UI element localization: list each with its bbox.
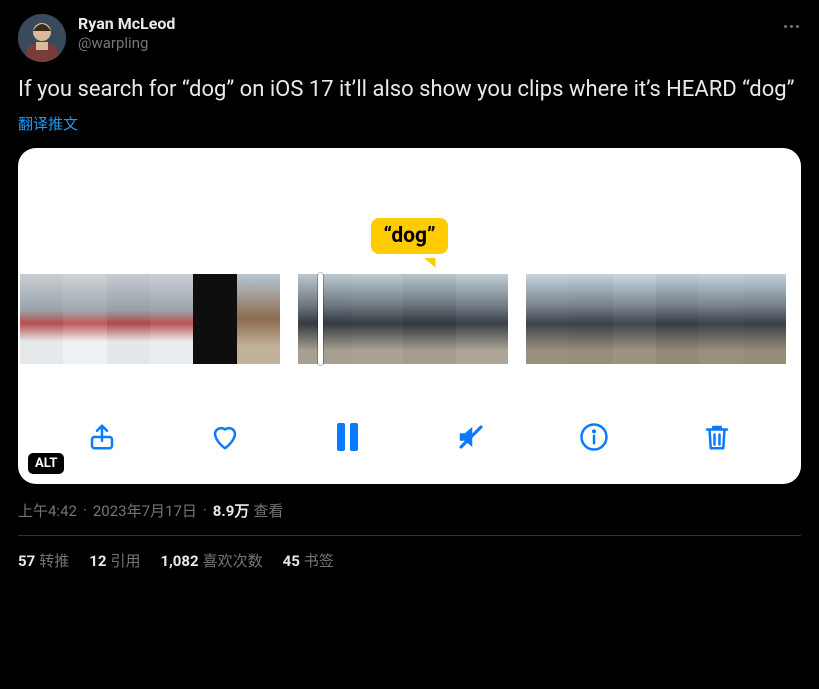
views-count: 8.9万 xyxy=(213,500,250,521)
tweet-date: 2023年7月17日 xyxy=(93,500,197,521)
meta-separator: · xyxy=(203,501,207,519)
media-toolbar xyxy=(18,422,801,452)
quote-label: 引用 xyxy=(110,552,140,570)
timeline-frame xyxy=(63,274,106,364)
clip-group[interactable] xyxy=(298,274,508,364)
quote-stat[interactable]: 12引用 xyxy=(89,550,140,571)
timeline-playhead[interactable] xyxy=(318,273,323,365)
timeline-frame xyxy=(569,274,612,364)
timeline-frame xyxy=(613,274,656,364)
timeline-frame xyxy=(351,274,404,364)
clip-group[interactable] xyxy=(20,274,280,364)
like-label: 喜欢次数 xyxy=(203,552,263,570)
more-options-icon[interactable] xyxy=(781,16,801,36)
timeline-frame xyxy=(699,274,742,364)
bookmark-stat[interactable]: 45书签 xyxy=(283,550,334,571)
info-icon[interactable] xyxy=(579,422,609,452)
retweet-stat[interactable]: 57转推 xyxy=(18,550,69,571)
timeline-frame xyxy=(298,274,351,364)
media-attachment[interactable]: “dog” xyxy=(18,148,801,484)
retweet-label: 转推 xyxy=(39,552,69,570)
tweet-meta[interactable]: 上午4:42 · 2023年7月17日 · 8.9万 查看 xyxy=(18,500,801,521)
bookmark-label: 书签 xyxy=(304,552,334,570)
timeline-frame xyxy=(237,274,280,364)
timeline-frame xyxy=(526,274,569,364)
timeline-frame xyxy=(193,274,236,364)
tweet-time: 上午4:42 xyxy=(18,500,77,521)
caption-bubble: “dog” xyxy=(371,218,447,254)
trash-icon[interactable] xyxy=(702,422,732,452)
quote-count: 12 xyxy=(89,552,106,570)
timeline-frame xyxy=(456,274,509,364)
timeline-frame xyxy=(656,274,699,364)
bookmark-count: 45 xyxy=(283,552,300,570)
pause-icon[interactable] xyxy=(333,422,363,452)
tweet-stats: 57转推 12引用 1,082 喜欢次数 45书签 xyxy=(18,536,801,571)
display-name: Ryan McLeod xyxy=(78,14,175,34)
tweet-text: If you search for “dog” on iOS 17 it’ll … xyxy=(18,76,801,105)
heart-icon[interactable] xyxy=(210,422,240,452)
avatar[interactable] xyxy=(18,14,66,62)
timeline-frame xyxy=(107,274,150,364)
alt-badge[interactable]: ALT xyxy=(28,453,64,474)
timeline-frame xyxy=(20,274,63,364)
like-count: 1,082 xyxy=(160,552,198,570)
user-info[interactable]: Ryan McLeod @warpling xyxy=(78,14,175,53)
meta-separator: · xyxy=(83,501,87,519)
retweet-count: 57 xyxy=(18,552,35,570)
speaker-muted-icon[interactable] xyxy=(456,422,486,452)
timeline-frame xyxy=(743,274,786,364)
caption-bubble-wrap: “dog” xyxy=(18,218,801,254)
views-label: 查看 xyxy=(253,500,283,521)
timeline-frame xyxy=(403,274,456,364)
clip-group[interactable] xyxy=(526,274,786,364)
share-icon[interactable] xyxy=(87,422,117,452)
like-stat[interactable]: 1,082 喜欢次数 xyxy=(160,550,262,571)
avatar-image xyxy=(18,14,66,62)
tweet-header: Ryan McLeod @warpling xyxy=(18,14,801,62)
video-timeline[interactable] xyxy=(18,274,801,364)
translate-link[interactable]: 翻译推文 xyxy=(18,113,801,134)
timeline-frame xyxy=(150,274,193,364)
tweet-container: Ryan McLeod @warpling If you search for … xyxy=(0,0,819,571)
user-handle: @warpling xyxy=(78,34,175,53)
